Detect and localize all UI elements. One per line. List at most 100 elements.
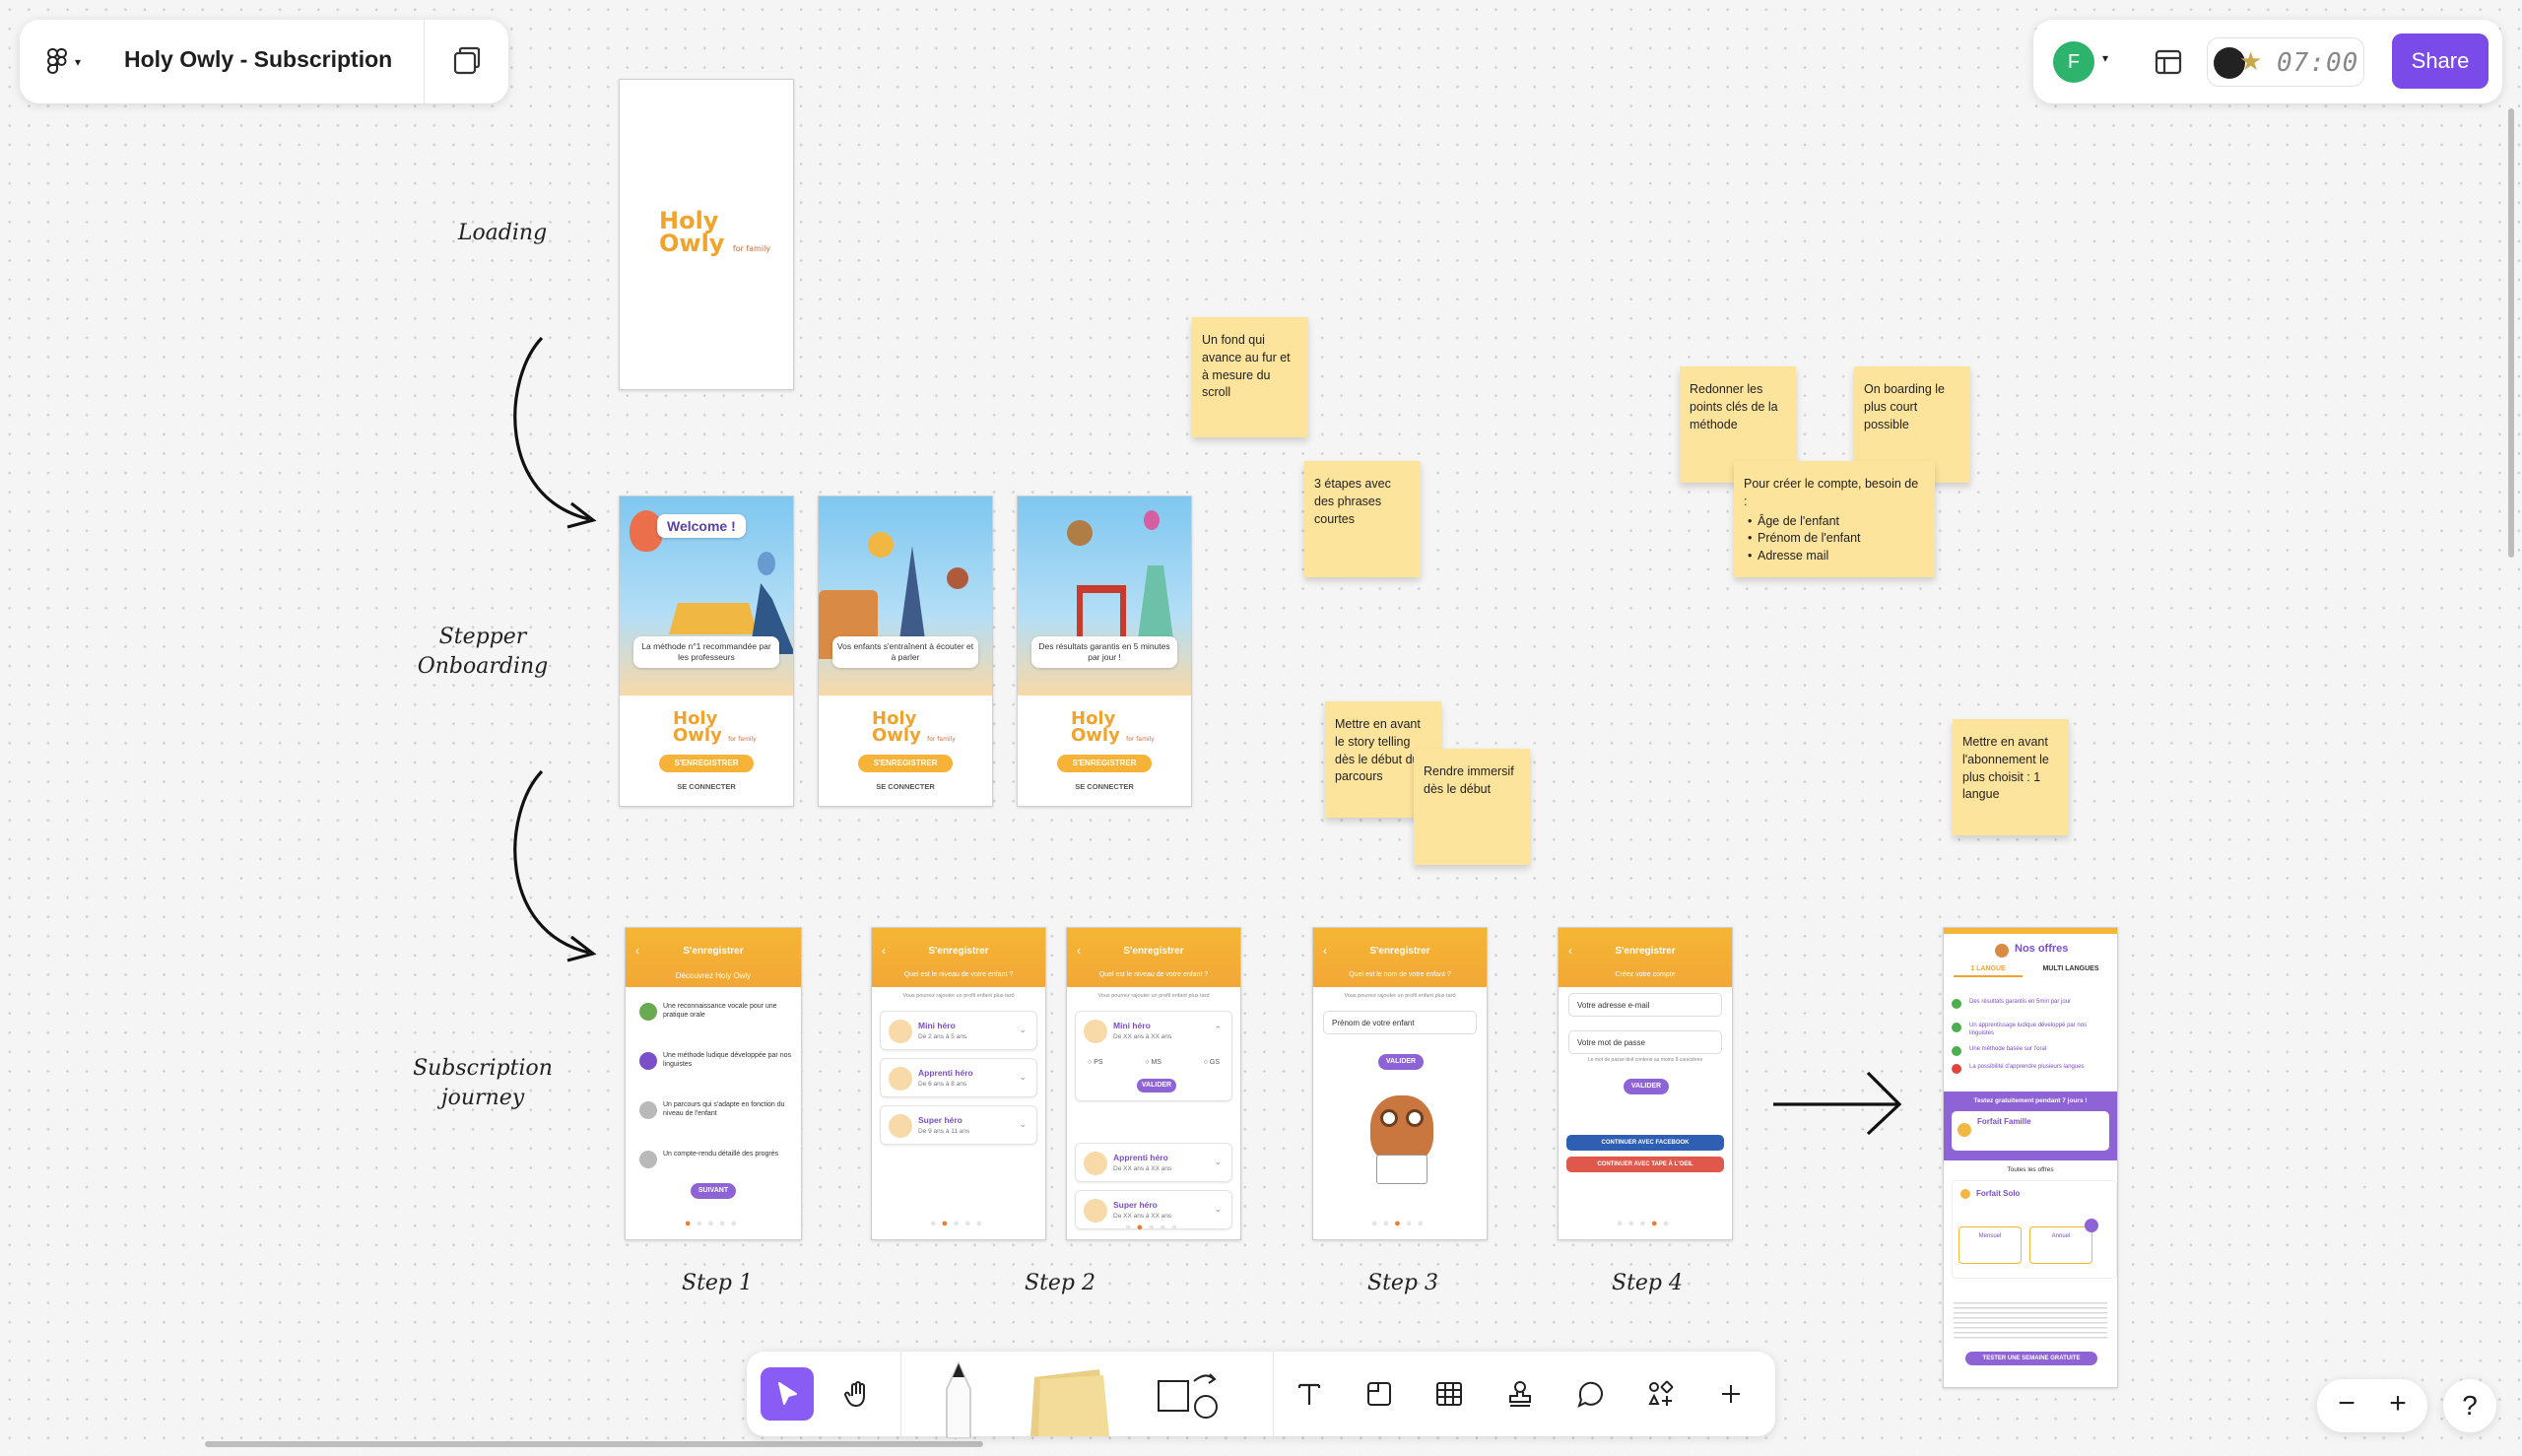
feature-text: Des résultats garantis en 5min par jour [1969, 999, 2072, 1005]
step1-frame[interactable]: ‹ S'enregistrer Découvrez Holy Owly Une … [625, 927, 802, 1240]
table-glyph [1436, 1382, 1462, 1406]
sticky-note[interactable]: Rendre immersif dès le début [1414, 749, 1530, 865]
vertical-scrollbar[interactable] [2508, 108, 2514, 558]
solo-offer-card[interactable]: Forfait Solo Mensuel Annuel [1952, 1180, 2117, 1279]
layout-icon[interactable] [2152, 45, 2185, 84]
monthly-option[interactable]: Mensuel [1958, 1226, 2022, 1264]
level-age: De 9 ans à 11 ans [918, 1128, 970, 1135]
app-title: S'enregistrer [928, 946, 989, 957]
app-header: ‹ S'enregistrer Quel est le niveau de vo… [872, 928, 1045, 987]
validate-button[interactable]: VALIDER [1137, 1079, 1176, 1092]
level-card-expanded[interactable]: Mini héro De XX ans à XX ans ⌃ ○ PS ○ MS ○… [1075, 1011, 1232, 1101]
avatar [889, 1067, 912, 1091]
zoom-out-button[interactable]: − [2329, 1387, 2364, 1423]
register-button[interactable]: S'ENREGISTRER [1057, 755, 1152, 772]
step4-frame[interactable]: ‹ S'enregistrer Créez votre compte Votre… [1558, 927, 1733, 1240]
figma-logo-icon[interactable]: ▾ [45, 43, 95, 81]
pages-icon[interactable] [449, 43, 489, 81]
level-age: De 6 ans à 8 ans [918, 1081, 967, 1088]
step-label: Step 3 [1367, 1271, 1439, 1295]
loading-frame[interactable]: Holy Owly for family [619, 79, 794, 390]
pen-icon[interactable] [931, 1359, 986, 1438]
figma-logo-glyph [46, 48, 67, 74]
facebook-button[interactable]: CONTINUER AVEC FACEBOOK [1566, 1135, 1724, 1151]
sticky-note[interactable]: 3 étapes avec des phrases courtes [1304, 461, 1421, 577]
level-name: Mini héro [1113, 1021, 1151, 1030]
table-icon[interactable] [1423, 1367, 1476, 1421]
login-link[interactable]: SE CONNECTER [1018, 782, 1191, 791]
top-right-panel: F ▾ ★ 07:00 Share [2033, 20, 2502, 103]
free-trial-button[interactable]: TESTER UNE SEMAINE GRATUITE [1965, 1352, 2097, 1365]
feature-text: Une méthode ludique développée par nos l… [663, 1052, 791, 1068]
label-loading: Loading [457, 221, 548, 245]
chevron-down-icon[interactable]: ▾ [2102, 51, 2108, 65]
feature-icon [639, 1003, 657, 1021]
cursor-icon[interactable] [761, 1367, 814, 1421]
child-name-input[interactable]: Prénom de votre enfant [1323, 1011, 1477, 1034]
email-field[interactable]: Votre adresse e-mail [1568, 993, 1722, 1017]
avatar [1084, 1199, 1107, 1223]
plus-icon[interactable] [1704, 1367, 1758, 1421]
timer-widget[interactable]: ★ 07:00 [2207, 37, 2364, 87]
grade-radio[interactable]: ○ GS [1204, 1059, 1220, 1066]
level-card[interactable]: Apprenti héro De 6 ans à 8 ans ⌄ [880, 1058, 1037, 1097]
grade-label: MS [1151, 1059, 1161, 1066]
chevron-down-icon: ⌄ [1214, 1157, 1222, 1166]
help-icon: ? [2462, 1390, 2478, 1421]
comment-icon[interactable] [1564, 1367, 1618, 1421]
offers-tab-1[interactable]: 1 LANGUE [1954, 965, 2023, 977]
onboarding-caption: Vos enfants s'entraînent à écouter et à … [832, 636, 978, 669]
stamp-icon[interactable] [1493, 1367, 1547, 1421]
widgets-icon[interactable] [1634, 1367, 1688, 1421]
grade-radio[interactable]: ○ PS [1088, 1059, 1103, 1066]
sticky-note-icon[interactable] [1021, 1365, 1115, 1436]
shapes-icon[interactable] [1143, 1367, 1231, 1421]
register-button[interactable]: S'ENREGISTRER [858, 755, 953, 772]
step2a-frame[interactable]: ‹ S'enregistrer Quel est le niveau de vo… [871, 927, 1046, 1240]
zoom-in-button[interactable]: + [2380, 1387, 2416, 1423]
grade-label: GS [1209, 1059, 1220, 1066]
onboarding-frame-2[interactable]: Vos enfants s'entraînent à écouter et à … [818, 496, 993, 807]
legal-text-block [1954, 1302, 2107, 1342]
register-button[interactable]: S'ENREGISTRER [659, 755, 754, 772]
step3-frame[interactable]: ‹ S'enregistrer Quel est le nom de votre… [1312, 927, 1488, 1240]
shapes-glyph [1158, 1373, 1218, 1419]
grade-radio[interactable]: ○ MS [1145, 1059, 1161, 1066]
offers-tab-2[interactable]: MULTI LANGUES [2032, 965, 2109, 972]
sticky-note[interactable]: Mettre en avant l'abonnement le plus cho… [1953, 719, 2069, 835]
alt-login-button[interactable]: CONTINUER AVEC TAPE À L'OEIL [1566, 1157, 1724, 1172]
offers-frame[interactable]: Nos offres 1 LANGUE MULTI LANGUES Des ré… [1943, 927, 2118, 1388]
onboarding-frame-1[interactable]: Welcome ! La méthode n°1 recommandée par… [619, 496, 794, 807]
login-link[interactable]: SE CONNECTER [620, 782, 793, 791]
sticky-note-list[interactable]: Pour créer le compte, besoin de : Âge de… [1734, 461, 1935, 577]
password-field[interactable]: Votre mot de passe [1568, 1030, 1722, 1054]
level-card[interactable]: Apprenti héro De XX ans à XX ans ⌄ [1075, 1143, 1232, 1182]
holy-owly-logo: Holy Owly for family [659, 209, 770, 255]
file-name[interactable]: Holy Owly - Subscription [124, 46, 392, 73]
sticky-note[interactable]: Un fond qui avance au fur et à mesure du… [1192, 317, 1308, 437]
layout-glyph [2155, 49, 2182, 75]
sticky-title: Pour créer le compte, besoin de : [1744, 477, 1919, 508]
text-glyph [1297, 1383, 1321, 1405]
share-button[interactable]: Share [2392, 33, 2489, 89]
feature-text: Une méthode basée sur l'oral [1969, 1046, 2047, 1052]
level-card[interactable]: Super héro De 9 ans à 11 ans ⌄ [880, 1105, 1037, 1145]
level-card[interactable]: Mini héro De 2 ans à 5 ans ⌄ [880, 1011, 1037, 1050]
text-icon[interactable] [1283, 1367, 1336, 1421]
validate-button[interactable]: VALIDER [1378, 1054, 1424, 1070]
onboarding-frame-3[interactable]: Des résultats garantis en 5 minutes par … [1017, 496, 1192, 807]
avatar[interactable]: F [2053, 41, 2094, 83]
section-icon[interactable] [1353, 1367, 1406, 1421]
login-link[interactable]: SE CONNECTER [819, 782, 992, 791]
validate-button[interactable]: VALIDER [1624, 1079, 1669, 1094]
horizontal-scrollbar[interactable] [205, 1441, 983, 1447]
family-offer-card[interactable]: Forfait Famille [1952, 1111, 2109, 1151]
balloons-illustration [1144, 510, 1160, 530]
offers-header: Nos offres 1 LANGUE MULTI LANGUES [1944, 928, 2117, 981]
step2b-frame[interactable]: ‹ S'enregistrer Quel est le niveau de vo… [1066, 927, 1241, 1240]
help-button[interactable]: ? [2443, 1379, 2496, 1432]
featured-offer[interactable]: Testez gratuitement pendant 7 jours ! Fo… [1944, 1092, 2117, 1160]
next-button[interactable]: SUIVANT [691, 1183, 736, 1199]
yearly-option[interactable]: Annuel [2029, 1226, 2092, 1264]
hand-icon[interactable] [831, 1367, 885, 1421]
